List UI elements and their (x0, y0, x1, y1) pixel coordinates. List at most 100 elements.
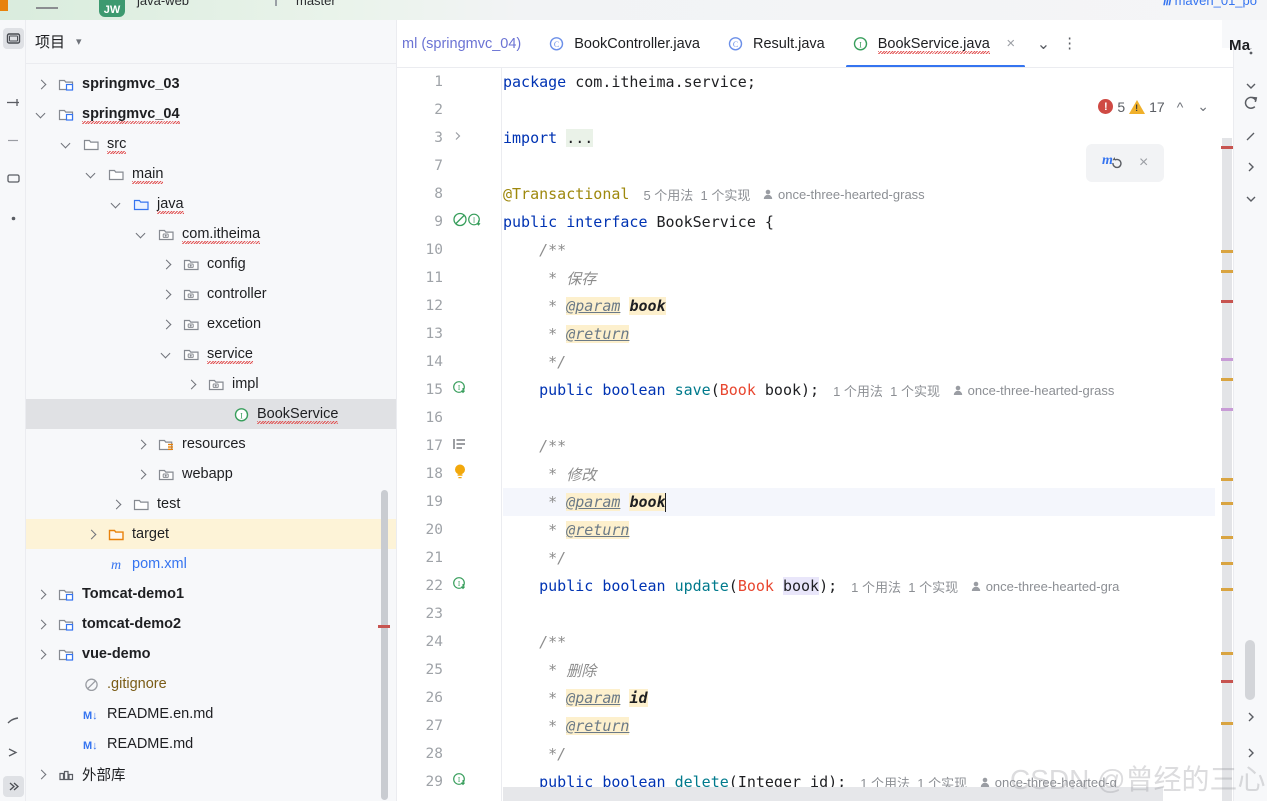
expand-sidebar-icon[interactable] (3, 776, 24, 797)
tree-item-pom-xml[interactable]: m pom.xml (26, 549, 396, 579)
stripe-marker[interactable] (1221, 478, 1233, 481)
code-line[interactable]: * 保存 (503, 264, 1215, 292)
gutter-line[interactable]: 19 (397, 488, 502, 516)
bookmarks-tool-icon[interactable] (3, 168, 24, 189)
chevron-down-icon[interactable] (86, 169, 97, 180)
implemented-method-icon[interactable]: I (452, 576, 468, 597)
stripe-marker[interactable] (1221, 250, 1233, 253)
gutter-line[interactable]: 14 (397, 348, 502, 376)
structure-tool-icon[interactable] (3, 130, 24, 151)
stripe-marker[interactable] (1221, 722, 1233, 725)
gutter-line[interactable]: 21 (397, 544, 502, 572)
chevron-right-icon[interactable] (136, 469, 147, 480)
code-line[interactable]: * @return (503, 712, 1215, 740)
tree-item-springmvc-03[interactable]: springmvc_03 (26, 69, 396, 99)
code-line[interactable]: * @param book (503, 292, 1215, 320)
code-vision-author[interactable]: once-three-hearted-gra (970, 579, 1119, 594)
code-line[interactable]: * @return (503, 320, 1215, 348)
implemented-method-icon[interactable]: I (452, 380, 468, 401)
project-tree[interactable]: springmvc_03 springmvc_04 src main java com.i… (26, 64, 396, 789)
chevron-right-icon[interactable] (186, 379, 197, 390)
stripe-marker[interactable] (1221, 652, 1233, 655)
gutter-line[interactable]: 26 (397, 684, 502, 712)
gutter-line[interactable]: 27 (397, 712, 502, 740)
stripe-marker[interactable] (1221, 358, 1233, 361)
chevron-right-icon[interactable] (161, 289, 172, 300)
gutter-line[interactable]: 2 (397, 96, 502, 124)
tree-item-impl[interactable]: impl (26, 369, 396, 399)
tree-item-webapp[interactable]: webapp (26, 459, 396, 489)
code-line[interactable]: /** (503, 236, 1215, 264)
chevron-right-icon[interactable] (161, 319, 172, 330)
stripe-marker[interactable] (1221, 562, 1233, 565)
tree-item-main[interactable]: main (26, 159, 396, 189)
collapse-icon[interactable] (1240, 126, 1262, 148)
code-line[interactable]: public interface BookService { (503, 208, 1215, 236)
chevron-right-icon[interactable] (161, 259, 172, 270)
close-icon[interactable]: × (1139, 154, 1148, 172)
gutter-line[interactable]: 28 (397, 740, 502, 768)
tab-list-chevron-down-icon[interactable]: ⌄ (1037, 34, 1050, 54)
gutter-line[interactable]: 7 (397, 152, 502, 180)
gutter-line[interactable]: 12 (397, 292, 502, 320)
code-vision-usages[interactable]: 5 个用法 1 个实现 (643, 185, 750, 204)
tree-item-src[interactable]: src (26, 129, 396, 159)
maven-reload-icon[interactable]: m (1102, 151, 1124, 176)
chevron-down-icon[interactable] (61, 139, 72, 150)
chevron-down-icon[interactable] (36, 109, 47, 120)
project-badge[interactable]: JW (99, 0, 125, 17)
code-vision-usages[interactable]: 1 个用法 1 个实现 (851, 577, 958, 596)
code-line[interactable]: package com.itheima.service; (503, 68, 1215, 96)
code-line[interactable]: public boolean save(Book book); 1 个用法 1 个… (503, 376, 1215, 404)
commit-tool-icon[interactable] (3, 92, 24, 113)
editor-tab-bookcontroller-java[interactable]: C BookController.java (534, 20, 713, 67)
tree-item-resources[interactable]: resources (26, 429, 396, 459)
code-vision-usages[interactable]: 1 个用法 1 个实现 (833, 381, 940, 400)
gutter-line[interactable]: 23 (397, 600, 502, 628)
tree-item-vue-demo[interactable]: vue-demo (26, 639, 396, 669)
gutter-line[interactable]: 13 (397, 320, 502, 348)
tree-item--[interactable]: 外部库 (26, 759, 396, 789)
gutter-line[interactable]: 24 (397, 628, 502, 656)
chevron-right-icon[interactable] (1240, 706, 1262, 728)
next-problem-icon[interactable]: ⌄ (1197, 98, 1209, 115)
code-line[interactable]: */ (503, 348, 1215, 376)
stripe-marker[interactable] (1221, 588, 1233, 591)
inspection-widget[interactable]: ! 5 17 ^ ⌄ (1098, 98, 1209, 115)
notifications-dot-icon[interactable] (3, 208, 24, 229)
code-vision-icon[interactable] (452, 437, 468, 456)
gutter-line[interactable]: 11 (397, 264, 502, 292)
editor-tab-result-java[interactable]: C Result.java (713, 20, 838, 67)
chevron-down-icon[interactable] (161, 349, 172, 360)
chevron-down-icon[interactable] (111, 199, 122, 210)
gutter-line[interactable]: 25 (397, 656, 502, 684)
tab-close-icon[interactable]: × (1002, 35, 1020, 53)
code-line[interactable]: /** (503, 432, 1215, 460)
gutter-line[interactable]: 15 I (397, 376, 502, 404)
chevron-right-icon[interactable] (36, 619, 47, 630)
right-scrollbar[interactable] (1245, 640, 1255, 700)
project-scrollbar[interactable] (381, 490, 388, 800)
stripe-marker[interactable] (1221, 536, 1233, 539)
tree-item-readme-md[interactable]: M↓ README.md (26, 729, 396, 759)
code-line[interactable]: * 删除 (503, 656, 1215, 684)
tree-item-config[interactable]: config (26, 249, 396, 279)
chevron-down-icon[interactable] (1240, 188, 1262, 210)
tab-more-vertical-icon[interactable]: ⋮ (1062, 36, 1077, 51)
expand-icon[interactable] (1240, 156, 1262, 178)
editor-scrollbar-thumb[interactable] (1222, 138, 1232, 801)
stripe-marker[interactable] (1221, 502, 1233, 505)
editor-tab-ml-springmvc-04-[interactable]: ml (springmvc_04) (397, 20, 534, 67)
stripe-marker[interactable] (1221, 270, 1233, 273)
tree-item-tomcat-demo1[interactable]: Tomcat-demo1 (26, 579, 396, 609)
chevron-down-icon[interactable]: ▾ (76, 35, 82, 48)
code-line[interactable]: * 修改 (503, 460, 1215, 488)
tree-item-excetion[interactable]: excetion (26, 309, 396, 339)
editor-tab-bookservice-java[interactable]: I BookService.java × (838, 20, 1033, 67)
refresh-icon[interactable] (1240, 92, 1262, 114)
tree-item-controller[interactable]: controller (26, 279, 396, 309)
tree-item-target[interactable]: target (26, 519, 396, 549)
tree-item-test[interactable]: test (26, 489, 396, 519)
services-tool-icon[interactable] (3, 742, 24, 763)
project-tool-icon[interactable] (3, 28, 24, 49)
